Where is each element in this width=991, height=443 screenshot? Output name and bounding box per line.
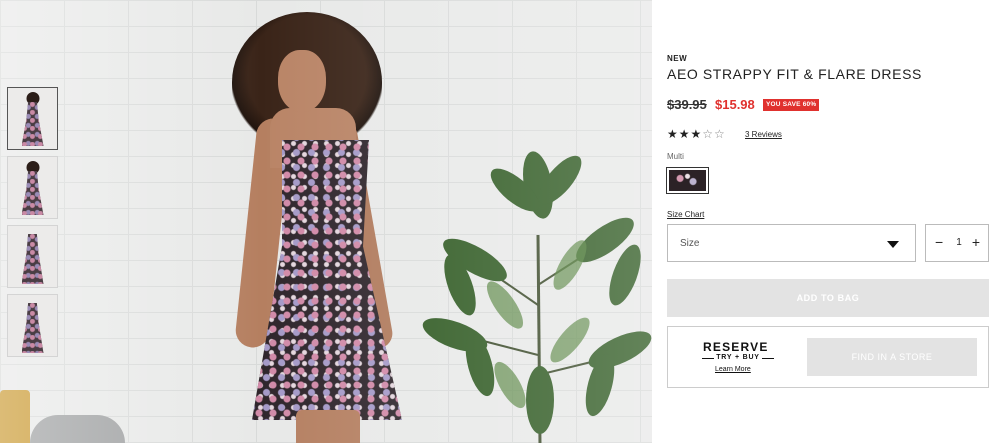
star-empty-icon: ☆☆: [702, 127, 726, 141]
color-name-label: Multi: [667, 152, 684, 161]
reserve-try-buy-box: RESERVE TRY + BUY Learn More FIND IN A S…: [667, 326, 989, 388]
thumbnail-flat-back[interactable]: [7, 294, 58, 357]
plant-illustration: [422, 151, 652, 443]
new-badge: NEW: [667, 54, 688, 63]
thumbnail-flat-front[interactable]: [7, 225, 58, 288]
product-details-panel: NEW AEO STRAPPY FIT & FLARE DRESS $39.95…: [652, 0, 991, 443]
size-select-placeholder: Size: [680, 238, 700, 249]
savings-badge: YOU SAVE 60%: [763, 99, 820, 111]
color-swatch-multi[interactable]: [666, 167, 709, 194]
chevron-down-icon: [887, 241, 899, 248]
sale-price: $15.98: [715, 97, 755, 112]
quantity-increase-button[interactable]: +: [972, 234, 980, 250]
thumbnail-back-view[interactable]: [7, 156, 58, 219]
learn-more-link[interactable]: Learn More: [715, 366, 751, 373]
reviews-link[interactable]: 3 Reviews: [745, 130, 782, 139]
reserve-logo-title: RESERVE: [703, 340, 769, 354]
reserve-logo-subtitle: TRY + BUY: [702, 354, 774, 361]
quantity-stepper: − 1 +: [925, 224, 989, 262]
add-to-bag-button[interactable]: ADD TO BAG: [667, 279, 989, 317]
quantity-decrease-button[interactable]: −: [935, 234, 943, 250]
quantity-value[interactable]: 1: [954, 237, 964, 248]
product-image-gallery: [0, 0, 652, 443]
product-title: AEO STRAPPY FIT & FLARE DRESS: [667, 66, 922, 82]
size-chart-link[interactable]: Size Chart: [667, 210, 704, 219]
thumbnail-front-view[interactable]: [7, 87, 58, 150]
rating-stars[interactable]: ★★★☆☆: [667, 127, 726, 141]
find-in-store-button[interactable]: FIND IN A STORE: [807, 338, 977, 376]
original-price: $39.95: [667, 97, 707, 112]
thumbnail-strip: [7, 87, 59, 363]
size-select[interactable]: Size: [667, 224, 916, 262]
star-filled-icon: ★★★: [667, 127, 703, 141]
